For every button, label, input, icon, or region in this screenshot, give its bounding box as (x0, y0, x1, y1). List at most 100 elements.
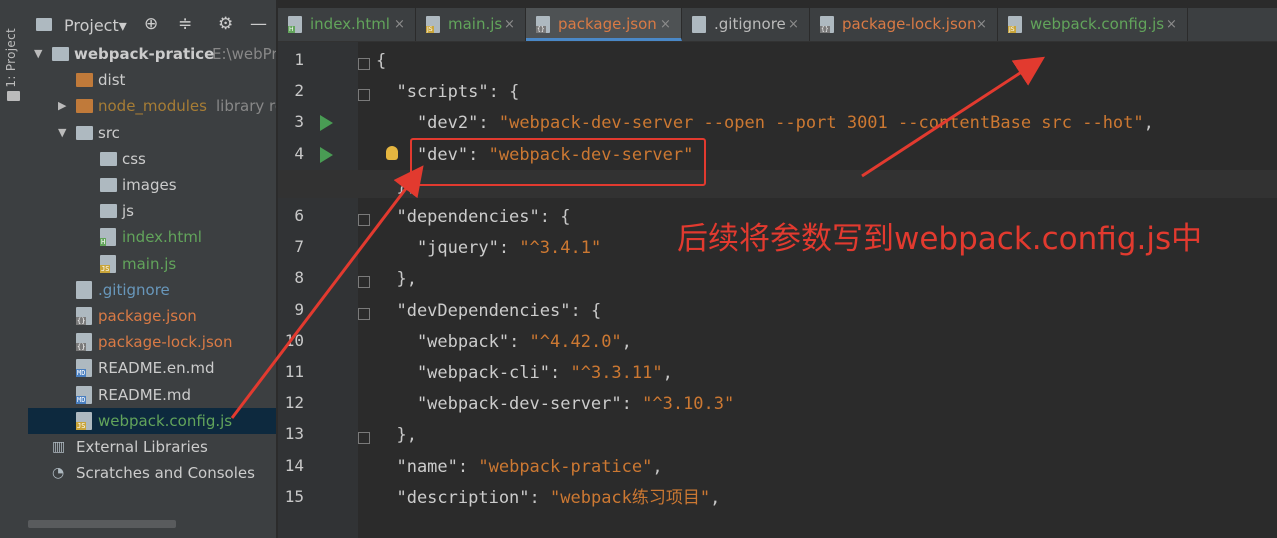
minimize-icon[interactable]: — (250, 14, 267, 34)
code-line: "webpack-cli": "^3.3.11", (376, 363, 673, 383)
tree-item-dist[interactable]: dist (28, 67, 276, 93)
line-number: 11 (284, 362, 304, 381)
tree-item-package-json[interactable]: {} package.json (28, 303, 276, 329)
tab-package-lock-json[interactable]: {} package-lock.json × (810, 8, 998, 41)
file-file-icon (76, 280, 92, 299)
tree-item-webpack-config-js[interactable]: JS webpack.config.js (28, 407, 276, 434)
close-icon[interactable]: × (1166, 8, 1177, 41)
tab-label: webpack.config.js (1030, 15, 1165, 33)
expand-arrow-icon[interactable]: ▼ (58, 120, 66, 146)
tree-item-js[interactable]: js (28, 198, 276, 224)
horizontal-scrollbar[interactable] (28, 520, 176, 528)
line-number: 15 (284, 486, 304, 506)
line-number: 12 (284, 393, 304, 413)
collapse-icon[interactable]: ≑ (178, 14, 192, 34)
tab-main-js[interactable]: JS main.js × (416, 8, 526, 41)
tree-item-node-modules[interactable]: ▶ node_modules library ro (28, 93, 276, 119)
close-icon[interactable]: × (660, 8, 671, 41)
annotation-text: 后续将参数写到webpack.config.js中 (677, 221, 1203, 257)
folder-icon (76, 73, 93, 88)
line-number: 13 (284, 424, 304, 444)
folder-icon (52, 47, 69, 61)
tree-item-images[interactable]: images (28, 172, 276, 198)
fold-marker-icon[interactable] (358, 432, 370, 445)
code-line: "webpack": "^4.42.0", (376, 331, 632, 352)
tab-index-html[interactable]: Hindex.html × (278, 8, 416, 41)
tree-item-index-html[interactable]: Hindex.html (28, 224, 276, 250)
tree-item-label: README.en.md (98, 359, 215, 378)
run-icon[interactable] (320, 146, 333, 163)
folder-icon (100, 151, 117, 166)
tree-item-label: External Libraries (76, 438, 208, 456)
tab-label: .gitignore (714, 15, 786, 33)
code-line: { (376, 51, 387, 71)
expand-arrow-icon[interactable]: ▼ (34, 41, 42, 67)
fold-marker-icon[interactable] (358, 307, 370, 320)
tree-item--gitignore[interactable]: .gitignore (28, 277, 276, 303)
close-icon[interactable]: × (394, 8, 405, 41)
md-file-icon: MD (76, 385, 92, 404)
file-type-icon (692, 16, 706, 33)
fold-marker-icon[interactable] (358, 276, 370, 289)
code-line: }, (376, 269, 417, 290)
tree-item-readme-en-md[interactable]: MD README.en.md (28, 355, 276, 381)
project-folder-icon (36, 18, 52, 31)
close-icon[interactable]: × (788, 8, 799, 41)
code-line: "jquery": "^3.4.1" (376, 238, 602, 259)
line-number: 1 (294, 50, 304, 69)
tab-package-json[interactable]: {} package.json × (526, 8, 682, 41)
tree-item-label: README.md (98, 385, 192, 404)
tree-item-label: webpack-pratice (74, 45, 215, 63)
line-number: 3 (294, 112, 304, 132)
line-number: 2 (294, 81, 304, 101)
run-icon[interactable] (320, 115, 333, 132)
line-number: 4 (294, 143, 304, 163)
folder-icon (76, 125, 93, 140)
tree-item-external-libraries[interactable]: ▥ External Libraries (28, 434, 276, 460)
gear-icon[interactable]: ⚙ (218, 14, 233, 34)
tab-label: index.html (310, 15, 390, 33)
tree-item-hint: E:\webPro (212, 45, 276, 63)
file-type-icon: JS (1008, 16, 1022, 33)
close-icon[interactable]: × (976, 8, 987, 41)
tree-item-label: webpack.config.js (98, 411, 233, 430)
json-file-icon: {} (76, 307, 92, 325)
project-tool-label[interactable]: 1: Project (4, 28, 18, 88)
close-icon[interactable]: × (504, 8, 515, 41)
js-file-icon: JS (76, 411, 92, 430)
fold-marker-icon[interactable] (358, 58, 370, 70)
line-number: 7 (294, 237, 304, 257)
code-line: "name": "webpack-pratice", (376, 456, 663, 477)
fold-marker-icon[interactable] (358, 214, 370, 226)
tree-item-label: .gitignore (98, 280, 170, 299)
tree-item-readme-md[interactable]: MD README.md (28, 382, 276, 408)
tree-item-webpack-pratice[interactable]: ▼ webpack-praticeE:\webPro (28, 41, 276, 67)
tab--gitignore[interactable]: .gitignore × (682, 8, 810, 41)
folder-icon (100, 204, 117, 219)
tree-item-main-js[interactable]: JS main.js (28, 251, 276, 277)
tree-item-css[interactable]: css (28, 146, 276, 172)
code-view[interactable]: { "scripts": { "dev2": "webpack-dev-serv… (376, 42, 1276, 538)
code-line: "dependencies": { (376, 207, 571, 227)
tree-item-label: images (122, 176, 177, 194)
js-file-icon: JS (100, 254, 116, 273)
collapse-arrow-icon[interactable]: ▶ (58, 93, 66, 119)
folder-icon[interactable] (7, 91, 20, 101)
project-view-dropdown[interactable]: Project▾ (64, 16, 127, 35)
tree-item-package-lock-json[interactable]: {} package-lock.json (28, 329, 276, 355)
html-file-icon: H (100, 228, 116, 247)
target-icon[interactable]: ⊕ (144, 14, 158, 34)
file-type-icon: H (288, 16, 302, 33)
json-file-icon: {} (76, 333, 92, 352)
tree-item-src[interactable]: ▼ src (28, 120, 276, 146)
tree-item-scratches-and-consoles[interactable]: ◔ Scratches and Consoles (28, 460, 276, 486)
fold-marker-icon[interactable] (358, 89, 370, 102)
editor-tabs: Hindex.html × JS main.js ×{} package.json × .gi… (278, 8, 1277, 42)
lightbulb-icon[interactable] (386, 146, 398, 160)
line-number: 14 (284, 455, 304, 475)
code-line: "dev2": "webpack-dev-server --open --por… (376, 113, 1154, 134)
highlight-box (410, 138, 706, 186)
tree-item-label: js (122, 202, 134, 221)
tab-webpack-config-js[interactable]: JS webpack.config.js × (998, 8, 1188, 41)
line-number: 6 (294, 206, 304, 225)
